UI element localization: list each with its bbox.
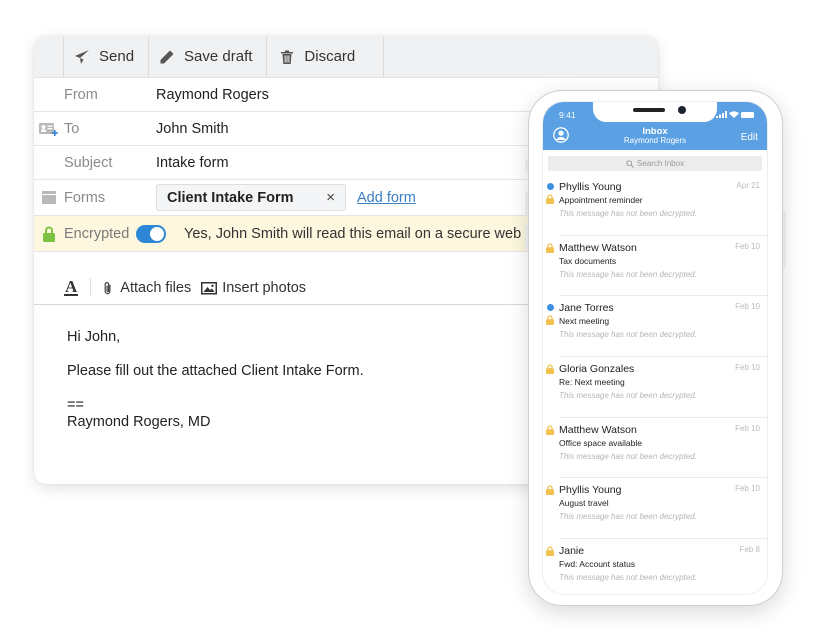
lock-icon <box>546 425 554 435</box>
lock-icon <box>546 546 554 557</box>
remove-form-icon[interactable]: × <box>326 189 335 206</box>
message-preview: This message has not been decrypted. <box>559 269 697 279</box>
send-button[interactable]: Send <box>64 36 150 77</box>
message-date: Feb 10 <box>735 363 760 373</box>
message-item[interactable]: Gloria Gonzales Re: Next meeting This me… <box>546 357 767 418</box>
image-icon <box>201 282 218 295</box>
inbox-title: Inbox <box>642 126 668 137</box>
notch <box>593 102 717 122</box>
battery-icon <box>741 112 754 118</box>
message-item[interactable]: Phyllis Young Appointment reminder This … <box>546 175 767 236</box>
search-placeholder: Search Inbox <box>636 159 685 168</box>
phone-side-button <box>783 211 786 267</box>
status-time: 9:41 <box>559 110 576 120</box>
camera-icon <box>678 106 686 114</box>
insert-photos-label: Insert photos <box>222 280 307 296</box>
message-subject: Tax documents <box>559 255 617 266</box>
message-preview: This message has not been decrypted. <box>559 330 697 340</box>
status-icons <box>716 111 755 118</box>
message-item[interactable]: Matthew Watson Office space available Th… <box>546 418 767 479</box>
message-preview: This message has not been decrypted. <box>559 573 697 583</box>
save-draft-label: Save draft <box>184 48 253 65</box>
message-date: Feb 10 <box>735 484 760 494</box>
subject-label: Subject <box>64 154 113 171</box>
phone-screen: 9:41 Inbox Raymond Rogers Edit Search In… <box>542 101 768 595</box>
add-contact-icon[interactable] <box>34 122 64 136</box>
form-icon <box>34 191 64 204</box>
encryption-toggle[interactable] <box>136 224 166 243</box>
message-item[interactable]: Jane Torres Next meeting This message ha… <box>546 296 767 358</box>
search-inbox-input[interactable]: Search Inbox <box>548 156 762 171</box>
signal-icon <box>716 111 727 118</box>
from-field[interactable]: Raymond Rogers <box>156 87 269 103</box>
compose-toolbar: Send Save draft Discard <box>34 36 658 78</box>
message-item[interactable]: Phyllis Young August travel This message… <box>546 478 767 540</box>
unread-dot <box>547 304 554 312</box>
message-subject: Office space available <box>559 437 643 448</box>
message-date: Feb 8 <box>739 545 760 555</box>
divider <box>90 278 92 296</box>
message-date: Apr 21 <box>736 181 760 190</box>
message-preview: This message has not been decrypted. <box>559 512 697 522</box>
lock-icon <box>546 364 554 375</box>
from-label: From <box>64 86 98 103</box>
edit-button[interactable]: Edit <box>741 132 758 143</box>
phone-side-button <box>525 159 528 173</box>
forms-label: Forms <box>64 189 106 206</box>
message-item[interactable]: Janie Fwd: Account status This message h… <box>546 539 767 594</box>
add-form-link[interactable]: Add form <box>357 190 416 206</box>
message-date: Feb 10 <box>735 302 760 312</box>
attach-files-label: Attach files <box>120 280 192 296</box>
unread-dot <box>547 183 554 190</box>
save-draft-button[interactable]: Save draft <box>149 36 268 77</box>
lock-icon <box>546 485 554 496</box>
send-label: Send <box>99 48 135 65</box>
message-date: Feb 10 <box>735 423 760 433</box>
inbox-account: Raymond Rogers <box>623 136 687 145</box>
lock-icon <box>546 315 554 326</box>
encryption-message: Yes, John Smith will read this email on … <box>184 225 562 242</box>
message-item[interactable]: Matthew Watson Tax documents This messag… <box>546 236 767 297</box>
inbox-header: 9:41 Inbox Raymond Rogers Edit <box>543 102 767 150</box>
text-format-button[interactable]: A <box>64 278 79 296</box>
discard-button[interactable]: Discard <box>267 36 385 77</box>
paperclip-icon <box>104 281 111 294</box>
encrypted-label: Encrypted <box>64 225 130 242</box>
message-sender: Janie <box>559 545 585 558</box>
message-date: Feb 10 <box>735 241 760 251</box>
phone-mockup: 9:41 Inbox Raymond Rogers Edit Search In… <box>525 90 786 606</box>
phone-side-button <box>525 191 528 217</box>
message-subject: Next meeting <box>559 316 610 327</box>
phone-side-button <box>525 225 528 251</box>
form-chip-label: Client Intake Form <box>167 189 294 206</box>
form-chip: Client Intake Form × <box>156 184 346 211</box>
message-preview: This message has not been decrypted. <box>559 209 697 218</box>
insert-photos-button[interactable]: Insert photos <box>201 280 306 296</box>
message-subject: Fwd: Account status <box>559 559 636 570</box>
attach-files-button[interactable]: Attach files <box>101 280 191 296</box>
trash-icon <box>281 50 294 64</box>
to-label: To <box>64 120 80 137</box>
message-subject: Re: Next meeting <box>559 377 625 388</box>
message-preview: This message has not been decrypted. <box>559 391 697 401</box>
discard-label: Discard <box>304 48 356 65</box>
message-preview: This message has not been decrypted. <box>559 451 697 461</box>
wifi-icon <box>729 111 739 118</box>
send-icon <box>75 49 89 64</box>
to-field[interactable]: John Smith <box>156 121 229 137</box>
search-icon <box>626 159 634 168</box>
lock-icon <box>546 194 554 204</box>
lock-icon <box>34 226 64 242</box>
message-subject: Appointment reminder <box>559 195 643 205</box>
message-list: Phyllis Young Appointment reminder This … <box>543 175 767 594</box>
lock-icon <box>546 243 554 253</box>
pencil-icon <box>160 50 174 63</box>
subject-field[interactable]: Intake form <box>156 155 229 171</box>
message-subject: August travel <box>559 498 609 509</box>
